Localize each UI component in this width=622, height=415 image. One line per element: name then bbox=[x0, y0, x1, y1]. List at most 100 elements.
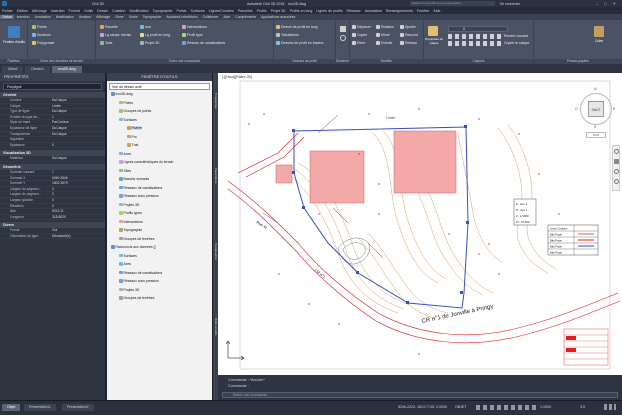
property-value[interactable]: 1 bbox=[50, 170, 105, 175]
model-space-toggle[interactable]: OBJET bbox=[455, 405, 467, 409]
tree-node[interactable]: Axes bbox=[119, 152, 131, 156]
menu-item[interactable]: Outils bbox=[82, 9, 95, 13]
menu-item[interactable]: Fenêtre bbox=[415, 9, 431, 13]
tree-node[interactable]: Axes bbox=[119, 262, 131, 266]
property-value[interactable]: DuCalque bbox=[50, 98, 105, 103]
wcs-menu[interactable]: SCG bbox=[586, 132, 606, 138]
menu-item[interactable]: Topographie bbox=[151, 9, 175, 13]
building-2[interactable] bbox=[393, 130, 457, 194]
tree-node[interactable]: Tnat bbox=[127, 143, 138, 147]
menu-item[interactable]: Dessin bbox=[95, 9, 110, 13]
property-value[interactable]: 0 bbox=[50, 198, 105, 203]
steering-wheel-icon[interactable] bbox=[614, 149, 619, 154]
tree-node[interactable]: Groupes de points bbox=[119, 109, 151, 113]
property-value[interactable]: 318.8820 bbox=[50, 215, 105, 220]
viewcube-face-top[interactable]: HAUT bbox=[588, 101, 604, 117]
layout-tab[interactable]: Présentation2 bbox=[62, 404, 94, 411]
paste-button[interactable]: Coller bbox=[590, 39, 608, 43]
property-value[interactable]: Désactivé(e) bbox=[50, 234, 105, 239]
viewcube-south[interactable]: S bbox=[594, 125, 596, 129]
corridor-button[interactable]: Projet 3D bbox=[140, 41, 160, 45]
mirror-button[interactable]: Miroir bbox=[376, 33, 390, 37]
intersections-button[interactable]: Intersections bbox=[182, 25, 207, 29]
property-value[interactable]: 1 bbox=[50, 115, 105, 120]
tree-node[interactable]: Intersections bbox=[119, 220, 143, 224]
ribbon-tab[interactable]: Gérer bbox=[113, 15, 127, 19]
tree-node[interactable]: Surfaces bbox=[119, 254, 137, 258]
toolspace-view-dropdown[interactable]: Vue du dessin actif bbox=[109, 83, 210, 90]
command-input[interactable]: Entrez une commande bbox=[222, 392, 618, 398]
layout-tab[interactable]: Présentation1 bbox=[24, 404, 56, 411]
tree-node[interactable]: Points bbox=[119, 101, 133, 105]
fillet-button[interactable]: Raccord bbox=[400, 33, 418, 37]
property-row[interactable]: Génération du type... Désactivé(e) bbox=[0, 234, 105, 240]
section-views-button[interactable]: Dessins de profil en travers bbox=[276, 41, 323, 45]
property-value[interactable]: Limite bbox=[50, 104, 105, 109]
ribbon-tab[interactable]: Annotation bbox=[32, 15, 53, 19]
tree-node[interactable]: Profils types bbox=[119, 211, 142, 215]
menu-item[interactable]: Annotation bbox=[363, 9, 384, 13]
document-tab[interactable]: Dessin1 bbox=[25, 66, 50, 73]
property-value[interactable]: 5260.2846 bbox=[50, 176, 105, 181]
property-value[interactable]: 0 bbox=[50, 204, 105, 209]
property-value[interactable]: ParCouleur bbox=[50, 120, 105, 125]
feature-line-button[interactable]: Lg caract. terrain bbox=[100, 33, 131, 37]
array-button[interactable]: Réseau bbox=[400, 41, 417, 45]
ribbon-tab[interactable]: Analyse bbox=[76, 15, 93, 19]
match-layer-button[interactable]: Copier le calque bbox=[504, 41, 529, 45]
property-value[interactable]: DuCalque bbox=[50, 109, 105, 114]
app-logo-icon[interactable] bbox=[2, 1, 7, 6]
tree-node[interactable]: Rivière bbox=[127, 126, 143, 130]
layer-properties-button[interactable]: Propriétés du calque bbox=[424, 37, 444, 45]
property-value[interactable]: DuCalque bbox=[50, 132, 105, 137]
viewcube-west[interactable]: O bbox=[575, 107, 578, 111]
viewcube[interactable]: N HAUT O E S SCG bbox=[574, 87, 618, 139]
tree-node[interactable]: Pro bbox=[127, 135, 137, 139]
tree-node[interactable]: Groupes de fenêtres bbox=[119, 296, 154, 300]
scale-button[interactable]: Echelle bbox=[376, 41, 392, 45]
ribbon-tab[interactable]: Applications associées bbox=[259, 15, 298, 19]
tree-node[interactable]: Réseaux de canalisations bbox=[119, 186, 162, 190]
tree-node[interactable]: Bassins versants bbox=[119, 177, 149, 181]
toolspace-big-button[interactable]: Fenêtre d'outils bbox=[1, 40, 27, 44]
maximize-button[interactable]: □ bbox=[604, 1, 606, 6]
grading-button[interactable]: Tabs bbox=[100, 41, 112, 45]
menu-item[interactable]: Projet 3D bbox=[269, 9, 288, 13]
tree-node[interactable]: Topographie bbox=[119, 228, 142, 232]
sample-lines-button[interactable]: Tabulations bbox=[276, 33, 299, 37]
quick-access-label[interactable]: Civil 3D bbox=[92, 2, 104, 6]
menu-item[interactable]: Insertion bbox=[49, 9, 67, 13]
tree-node[interactable]: Projets 3D bbox=[119, 288, 139, 292]
property-value[interactable]: 0 bbox=[50, 187, 105, 192]
layout-tab[interactable]: Objet bbox=[2, 404, 21, 411]
tree-node[interactable]: Réseaux de canalisations bbox=[119, 271, 162, 275]
ribbon-tab[interactable]: Modification bbox=[53, 15, 76, 19]
drawing-canvas[interactable]: [-][Haut][Filaire 2D] Limite CR n°1 de J… bbox=[218, 73, 622, 375]
menu-item[interactable]: Renseignements bbox=[384, 9, 415, 13]
property-value[interactable]: 1802.2679 bbox=[50, 181, 105, 186]
menu-item[interactable]: Format bbox=[67, 9, 82, 13]
coordinate-readout[interactable]: 5206.2223, 1813.7745, 0.0000 bbox=[398, 405, 447, 409]
parcel-button[interactable]: Parcelle bbox=[100, 25, 118, 29]
alignment-button[interactable]: Axe bbox=[140, 25, 151, 29]
property-row[interactable]: Matériau DuCalque bbox=[0, 156, 105, 162]
annotation-scale[interactable]: 1:1000 bbox=[540, 405, 551, 409]
tree-node[interactable]: Projets 3D bbox=[119, 203, 139, 207]
tree-node[interactable]: Sites bbox=[119, 169, 131, 173]
minimize-button[interactable]: – bbox=[596, 1, 598, 6]
orbit-icon[interactable] bbox=[614, 179, 619, 184]
customization-icon[interactable] bbox=[604, 404, 616, 410]
scale-value[interactable]: 3.5 bbox=[580, 405, 585, 409]
menu-item[interactable]: Cotation bbox=[110, 9, 127, 13]
menu-item[interactable]: Affichage bbox=[30, 9, 49, 13]
tree-node[interactable]: Raccourcis aux données [] bbox=[111, 245, 155, 249]
menu-item[interactable]: Modification bbox=[127, 9, 150, 13]
menu-item[interactable]: Profils en long bbox=[288, 9, 315, 13]
tree-node[interactable]: Surfaces bbox=[119, 118, 137, 122]
points-button[interactable]: Points bbox=[32, 25, 47, 29]
property-row[interactable]: Longueur 318.8820 bbox=[0, 215, 105, 221]
pipe-network-button[interactable]: Réseau de canalisations bbox=[182, 41, 225, 45]
selection-dropdown[interactable]: Polyligne bbox=[3, 83, 102, 90]
user-signin[interactable]: Se connecter bbox=[500, 2, 520, 6]
zoom-icon[interactable] bbox=[614, 169, 619, 174]
